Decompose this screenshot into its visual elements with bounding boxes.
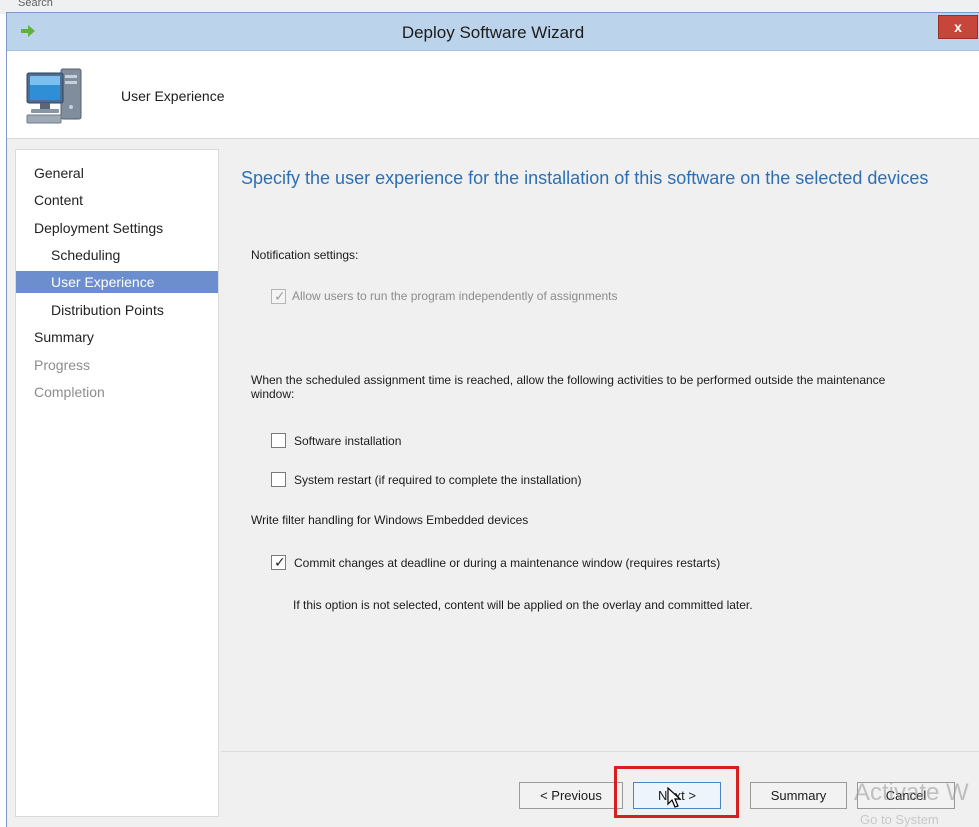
page-title: User Experience: [121, 88, 225, 104]
background-search-label: Search: [18, 0, 53, 9]
overlay-note: If this option is not selected, content …: [293, 598, 753, 612]
mouse-cursor-icon: [667, 787, 682, 808]
write-filter-label: Write filter handling for Windows Embedd…: [251, 513, 529, 527]
close-button[interactable]: x: [938, 15, 978, 39]
computer-icon: [26, 68, 82, 124]
activate-watermark-sub: Go to System: [860, 812, 939, 827]
sidebar-item-user-experience[interactable]: User Experience: [16, 271, 218, 293]
allow-users-checkbox: ✓: [271, 288, 286, 304]
sidebar-item-scheduling[interactable]: Scheduling: [16, 244, 218, 266]
notification-settings-label: Notification settings:: [251, 248, 359, 262]
sidebar-item-deployment-settings[interactable]: Deployment Settings: [16, 217, 218, 239]
checkmark-icon: ✓: [274, 554, 286, 570]
summary-button[interactable]: Summary: [750, 782, 847, 809]
sidebar-item-content[interactable]: Content: [16, 189, 218, 211]
sidebar-item-general[interactable]: General: [16, 162, 218, 184]
sidebar-item-summary[interactable]: Summary: [16, 326, 218, 348]
wizard-window: Deploy Software Wizard x User Experience…: [6, 12, 979, 827]
checkmark-icon: ✓: [274, 288, 286, 304]
software-installation-label[interactable]: Software installation: [294, 434, 401, 448]
sidebar-item-progress: Progress: [34, 357, 91, 373]
wizard-header: User Experience: [7, 51, 979, 139]
activate-watermark: Activate W: [854, 779, 969, 806]
software-installation-checkbox[interactable]: [271, 433, 286, 448]
allow-users-label: Allow users to run the program independe…: [292, 289, 618, 303]
system-restart-label[interactable]: System restart (if required to complete …: [294, 473, 581, 487]
wizard-sidebar: General Content Deployment Settings Sche…: [15, 149, 219, 817]
commit-changes-checkbox[interactable]: ✓: [271, 554, 286, 570]
maintenance-window-text: When the scheduled assignment time is re…: [251, 373, 886, 401]
previous-button[interactable]: < Previous: [519, 782, 623, 809]
title-bar: Deploy Software Wizard x: [7, 13, 979, 51]
wizard-content: Specify the user experience for the inst…: [221, 139, 979, 751]
window-title: Deploy Software Wizard: [401, 23, 585, 42]
sidebar-item-completion: Completion: [34, 384, 105, 400]
content-heading: Specify the user experience for the inst…: [241, 168, 929, 188]
commit-changes-label[interactable]: Commit changes at deadline or during a m…: [294, 556, 720, 570]
system-restart-checkbox[interactable]: [271, 472, 286, 487]
sidebar-item-distribution-points[interactable]: Distribution Points: [16, 299, 218, 321]
